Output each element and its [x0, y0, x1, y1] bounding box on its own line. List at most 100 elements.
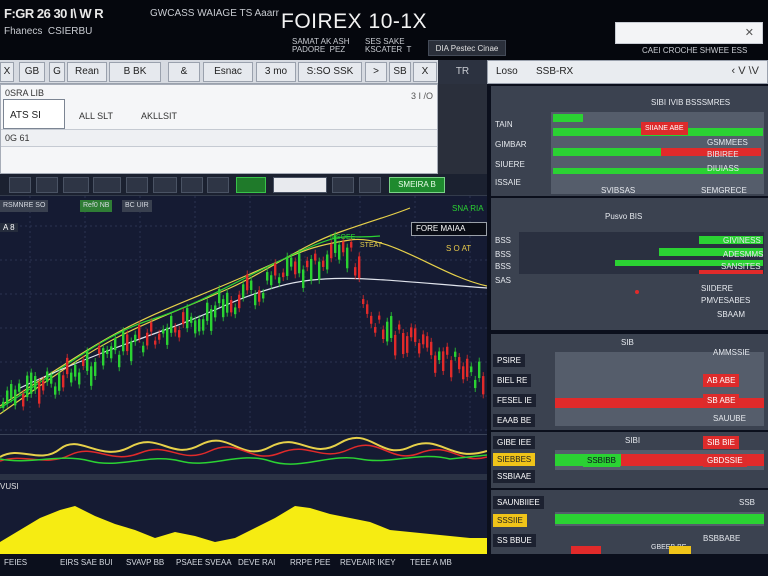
depth-bar-2 — [553, 148, 673, 156]
section-5-right-1: SSB — [739, 498, 756, 507]
section-1-label-2: GIMBAR — [495, 140, 527, 149]
oscillator-label: VUSI — [0, 482, 19, 491]
chart-tool-active[interactable] — [236, 177, 266, 193]
main-toolbar: X GB G Rean B BK & Esnac 3 mo S:SO SSK >… — [0, 60, 487, 84]
section-1-right-1: GSMMEES — [707, 138, 748, 147]
section-1-right-5: SEMGRECE — [701, 186, 747, 195]
brand-subtitle: Fhanecs CSIERBU — [4, 26, 93, 37]
section-3-right-2: AB ABE — [703, 374, 740, 387]
price-chart[interactable]: RSMNRE SO Ref0 NB BC UIR A 8 FORE MAIAA … — [0, 196, 487, 434]
axis-label-1: FEIES — [4, 558, 28, 567]
toolbar-button-2[interactable]: GB — [19, 62, 45, 82]
toolbar-button-9[interactable]: S:SO SSK — [298, 62, 362, 82]
depth-bar-5 — [553, 114, 583, 122]
toolbar-button-4[interactable]: Rean — [67, 62, 107, 82]
chart-tool-white[interactable] — [273, 177, 327, 193]
market-depth-section-1: SIBI IVIB BSSSMRES TAIN GIMBAR SIUERE IS… — [491, 86, 768, 196]
section-1-label-3: SIUERE — [495, 160, 525, 169]
section-2-label-1: BSS — [495, 236, 512, 245]
section-2-right-3: SANSITES — [721, 262, 761, 271]
watchlist-header: Loso SSB-RX ‹ V \V — [487, 60, 768, 84]
chart-right-label-1: SNA RIA — [452, 204, 484, 213]
section-2-right-1: GIVINESS — [723, 236, 761, 245]
toolbar-button-5[interactable]: B BK — [109, 62, 161, 82]
chart-tool-8[interactable] — [207, 177, 229, 193]
section-5-label-3: SS BBUE — [493, 534, 536, 547]
chart-green-button[interactable]: SMEIRA B — [389, 177, 445, 193]
watchlist-title: Loso — [496, 66, 518, 77]
chart-tool-2[interactable] — [36, 177, 58, 193]
symbol-field-value: ATS SI — [10, 110, 41, 121]
chart-tool-5[interactable] — [126, 177, 148, 193]
section-5-label-2: SSSIIE — [493, 514, 527, 527]
oscillator-panel-1[interactable] — [0, 434, 488, 474]
section-4-green-tag: SSBIBB — [583, 454, 620, 467]
form-code: 0SRA LIB — [5, 88, 45, 98]
oscillator-panel-2[interactable]: VUSI — [0, 480, 487, 554]
chart-tool-7[interactable] — [181, 177, 203, 193]
toolbar-button-1[interactable]: X — [0, 62, 14, 82]
market-depth-section-3: SIB PSIRE BIEL RE FESEL IE EAAB BE AMMSS… — [491, 334, 768, 430]
section-3-right-1: AMMSSIE — [713, 348, 750, 357]
section-3-right-3: SB ABE — [703, 394, 740, 407]
toolbar-button-6[interactable]: & — [168, 62, 200, 82]
price-marker-dot — [635, 290, 639, 294]
chart-tool-9[interactable] — [332, 177, 354, 193]
form-row-label: 0G 61 — [5, 133, 30, 143]
form-row: 0G 61 — [1, 129, 437, 147]
chart-tool-4[interactable] — [93, 177, 121, 193]
form-side-panel — [438, 84, 487, 174]
market-depth-section-4: SIBI GIBE IEE SIEBBES SSBIAAE SSBIBB SIB… — [491, 432, 768, 488]
price-label: FORE MAIAA — [411, 222, 487, 236]
section-3-label-2: BIEL RE — [493, 374, 532, 387]
time-axis: FEIES EIRS SAE BUI SVAVP BB PSAEE SVEAA … — [0, 554, 487, 576]
axis-label-5: DEVE RAI — [238, 558, 276, 567]
close-icon[interactable]: ✕ — [745, 26, 754, 39]
section-3-label-1: PSIRE — [493, 354, 526, 367]
chart-tool-3[interactable] — [63, 177, 89, 193]
depth-bar-14 — [571, 546, 601, 554]
section-2-right-4: SIIDERE — [701, 284, 734, 293]
oscillator-2-svg — [0, 506, 487, 554]
section-3-right-4: SAUUBE — [713, 414, 746, 423]
toolbar-button-11[interactable]: SB — [389, 62, 411, 82]
section-5-label-1: SAUNBIIEE — [493, 496, 544, 509]
ma-label-1: MSOEE — [330, 234, 356, 241]
section-3-label-3: FESEL IE — [493, 394, 536, 407]
header-action-button[interactable]: DIA Pestec Cinae — [428, 40, 506, 56]
chevron-icon[interactable]: ‹ V \V — [731, 65, 759, 77]
toolbar-button-12[interactable]: X — [413, 62, 437, 82]
search-input[interactable]: ✕ — [615, 22, 763, 44]
toolbar-button-8[interactable]: 3 mo — [256, 62, 296, 82]
section-1-red-tag: SIIANE ABE — [641, 122, 688, 135]
axis-label-4: PSAEE SVEAA — [176, 558, 232, 567]
toolbar-button-10[interactable]: > — [365, 62, 387, 82]
header-right-meta: CAEI CROCHE SHWEE ESS — [642, 46, 748, 55]
section-1-right-3: DIUIASS — [707, 164, 740, 173]
chart-indicator-tag-1[interactable]: RSMNRE SO — [0, 200, 49, 212]
header-status-text: GWCASS WAIAGE TS Aaarr — [150, 8, 279, 19]
chart-tool-6[interactable] — [153, 177, 177, 193]
axis-label-3: SVAVP BB — [126, 558, 165, 567]
section-2-right-6: SBAAM — [717, 310, 746, 319]
section-2-right-2: ADESMMS — [723, 250, 764, 259]
watchlist-symbol: SSB-RX — [536, 66, 574, 77]
chart-left-label: A 8 — [0, 223, 18, 232]
moving-averages — [0, 207, 487, 415]
section-5-right-2: BSBBABE — [703, 534, 741, 543]
toolbar-button-3[interactable]: G — [49, 62, 65, 82]
ma-line-yellow-2 — [0, 238, 487, 407]
chart-indicator-tag-3[interactable]: BC UIR — [122, 200, 152, 212]
section-3-label-4: EAAB BE — [493, 414, 536, 427]
section-4-label-2: SIEBBES — [493, 453, 536, 466]
axis-label-2: EIRS SAE BUI — [60, 558, 113, 567]
axis-label-6: RRPE PEE — [290, 558, 331, 567]
chart-tool-1[interactable] — [9, 177, 31, 193]
toolbar-button-7[interactable]: Esnac — [203, 62, 253, 82]
chart-indicator-tag-2[interactable]: Ref0 NB — [80, 200, 113, 212]
chart-tool-10[interactable] — [359, 177, 381, 193]
depth-bar-15 — [669, 546, 691, 554]
order-form-panel: 0SRA LIB ATS SI ALL SLT AKLLSIT 3 I /O 0… — [0, 84, 438, 174]
section-1-label-4: ISSAIE — [495, 178, 521, 187]
symbol-field[interactable]: ATS SI — [3, 99, 65, 129]
